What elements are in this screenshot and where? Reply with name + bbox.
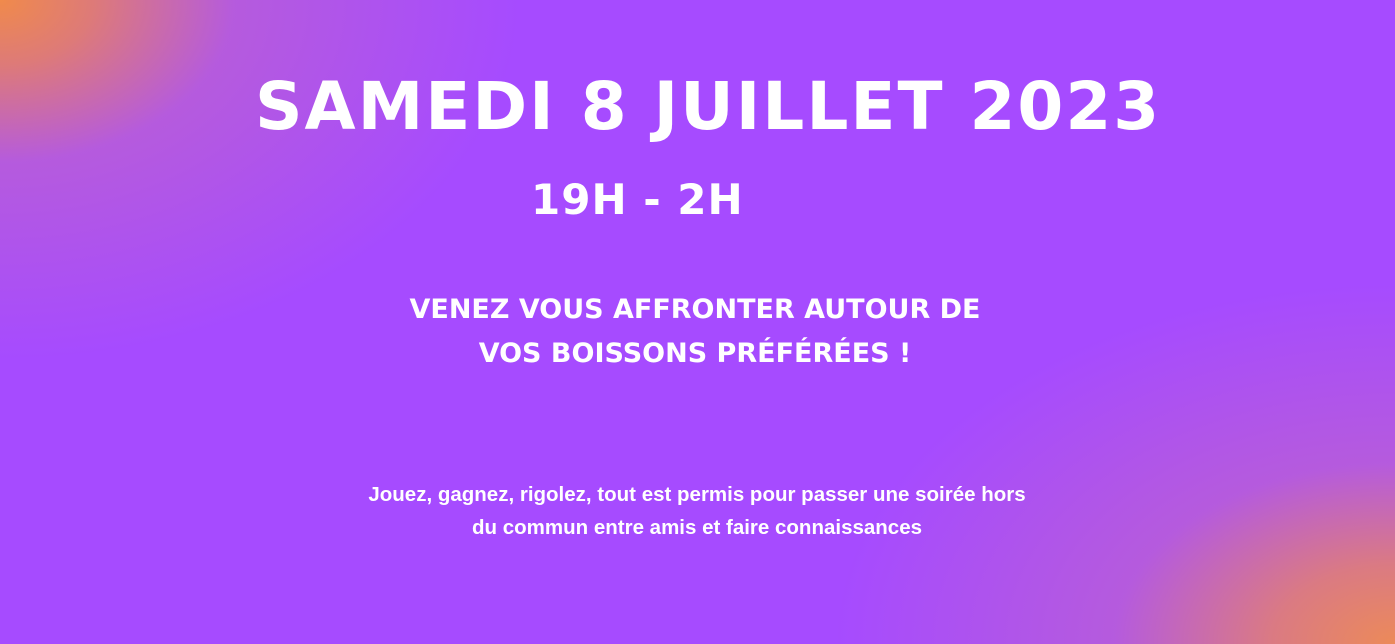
description-line-1: Jouez, gagnez, rigolez, tout est permis … <box>368 483 1026 506</box>
tagline: VENEZ VOUS AFFRONTER AUTOUR DE VOS BOISS… <box>370 288 1020 376</box>
event-description: Jouez, gagnez, rigolez, tout est permis … <box>262 478 1132 544</box>
event-date-heading: SAMEDI 8 JUILLET 2023 <box>255 68 1162 145</box>
description-line-2: du commun entre amis et faire connaissan… <box>471 516 923 539</box>
tagline-line-2: VOS BOISSONS PRÉFÉRÉES ! <box>478 338 912 369</box>
tagline-line-1: VENEZ VOUS AFFRONTER AUTOUR DE <box>409 294 981 325</box>
event-banner: SAMEDI 8 JUILLET 2023 19H - 2H VENEZ VOU… <box>0 0 1395 644</box>
event-hours: 19H - 2H <box>531 175 744 224</box>
